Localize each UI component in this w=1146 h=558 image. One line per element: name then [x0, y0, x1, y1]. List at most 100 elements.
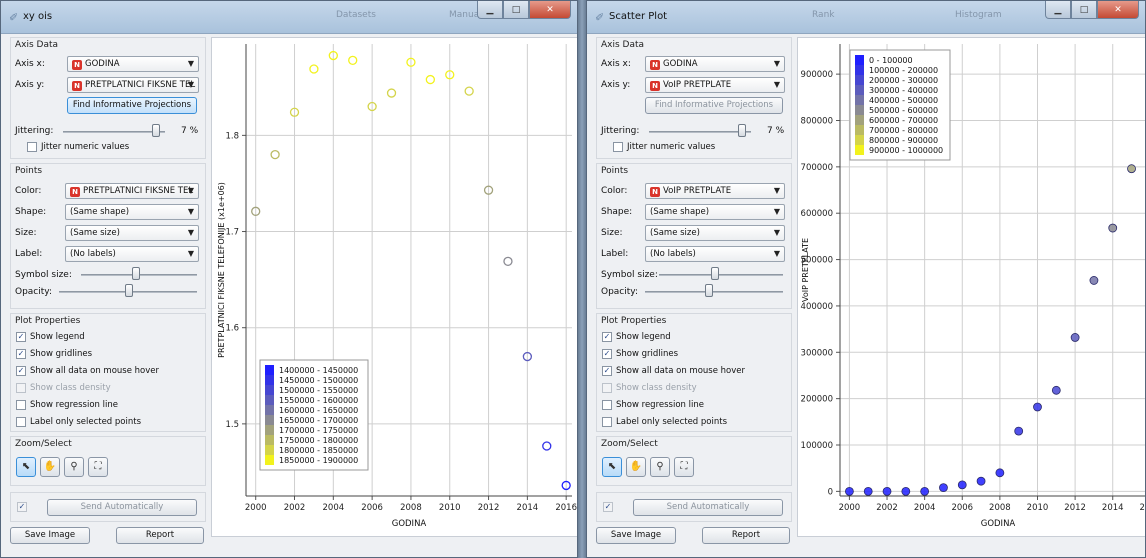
y-tick-label: 400000 [801, 302, 833, 312]
size-select[interactable]: (Same size) ▼ [65, 225, 199, 241]
show-gridlines-checkbox[interactable]: ✓ [16, 349, 26, 359]
window-scatter-plot: ✐ Scatter Plot Rank Histogram ▁ □ ✕ Axis… [586, 0, 1146, 558]
color-select[interactable]: N VoIP PRETPLATE ▼ [645, 183, 785, 199]
scatter-app-icon: ✐ [9, 11, 19, 24]
show-legend-checkbox[interactable]: ✓ [602, 332, 612, 342]
label-selected-checkbox[interactable] [602, 417, 612, 427]
jitter-numeric-checkbox[interactable] [27, 142, 37, 152]
show-all-data-checkbox[interactable]: ✓ [602, 366, 612, 376]
symbol-size-slider-handle[interactable] [711, 267, 719, 280]
label-select[interactable]: (No labels) ▼ [65, 246, 199, 262]
report-button[interactable]: Report [116, 527, 204, 544]
window-title: Scatter Plot [609, 11, 668, 22]
axis-y-select[interactable]: N PRETPLATNICI FIKSNE TEL ▼ [67, 77, 199, 93]
jittering-slider-handle[interactable] [738, 124, 746, 137]
label-value: (No labels) [70, 249, 116, 259]
size-label: Size: [601, 228, 623, 238]
jittering-slider[interactable] [63, 131, 165, 133]
legend-item: 500000 - 600000 [869, 106, 938, 115]
axis-y-value: VoIP PRETPLATE [663, 80, 732, 90]
scatter-plot-svg[interactable]: 2000 2002 2004 2006 2008 2010 2012 2014 2016 0 100… [798, 38, 1146, 538]
minimize-button[interactable]: ▁ [1045, 1, 1071, 19]
titlebar[interactable]: ✐ xy ois Datasets Manual Build ▁ □ ✕ [1, 1, 577, 34]
zoom-tool-button[interactable]: ⚲ [64, 457, 84, 477]
opacity-label: Opacity: [601, 287, 638, 297]
jitter-numeric-checkbox[interactable] [613, 142, 623, 152]
shape-value: (Same shape) [650, 207, 710, 217]
report-button[interactable]: Report [702, 527, 790, 544]
zoom-tool-button[interactable]: ⚲ [650, 457, 670, 477]
axis-data-box: Axis Data Axis x: N GODINA ▼ Axis y: N VoIP… [596, 37, 792, 159]
color-value: PRETPLATNICI FIKSNE TEL [83, 186, 194, 196]
label-selected-label: Label only selected points [616, 417, 728, 427]
numeric-variable-icon: N [650, 60, 660, 70]
minimize-button[interactable]: ▁ [477, 1, 503, 19]
legend-swatch [855, 55, 864, 65]
size-value: (Same size) [70, 228, 120, 238]
legend-swatch [265, 375, 274, 385]
maximize-button[interactable]: □ [1071, 1, 1097, 19]
legend-swatch [855, 115, 864, 125]
axis-x-select[interactable]: N GODINA ▼ [645, 56, 785, 72]
label-select[interactable]: (No labels) ▼ [645, 246, 785, 262]
save-image-button[interactable]: Save Image [596, 527, 676, 544]
scatter-plot-svg[interactable]: 2000 2002 2004 2006 2008 2010 2012 2014 2016 1.5 1… [212, 38, 578, 538]
send-automatically-button: Send Automatically [633, 499, 783, 516]
jittering-slider[interactable] [649, 131, 751, 133]
axis-x-label: Axis x: [601, 59, 631, 69]
jitter-numeric-label: Jitter numeric values [627, 142, 716, 152]
color-select[interactable]: N PRETPLATNICI FIKSNE TEL ▼ [65, 183, 199, 199]
save-image-button[interactable]: Save Image [10, 527, 90, 544]
chevron-down-icon: ▼ [187, 228, 194, 237]
legend-swatch [855, 145, 864, 155]
section-title: Axis Data [15, 40, 59, 50]
select-tool-button[interactable]: ⬉ [16, 457, 36, 477]
show-gridlines-checkbox[interactable]: ✓ [602, 349, 612, 359]
axis-x-select[interactable]: N GODINA ▼ [67, 56, 199, 72]
numeric-variable-icon: N [650, 187, 660, 197]
legend-item: 400000 - 500000 [869, 96, 938, 105]
jittering-value: 7 % [767, 126, 785, 136]
find-informative-projections-button[interactable]: Find Informative Projections [67, 97, 197, 114]
reset-zoom-button[interactable]: ⛶ [674, 457, 694, 477]
chevron-down-icon: ▼ [187, 186, 194, 195]
opacity-slider-handle[interactable] [125, 284, 133, 297]
close-button[interactable]: ✕ [529, 1, 571, 19]
reset-zoom-button[interactable]: ⛶ [88, 457, 108, 477]
plot-area[interactable]: 2000 2002 2004 2006 2008 2010 2012 2014 2016 1.5 1… [211, 37, 578, 538]
data-point [957, 480, 967, 490]
size-select[interactable]: (Same size) ▼ [645, 225, 785, 241]
data-point [270, 149, 280, 160]
regression-line-checkbox[interactable] [16, 400, 26, 410]
symbol-size-slider-handle[interactable] [132, 267, 140, 280]
show-all-data-checkbox[interactable]: ✓ [16, 366, 26, 376]
maximize-button[interactable]: □ [503, 1, 529, 19]
shape-select[interactable]: (Same shape) ▼ [645, 204, 785, 220]
plot-area[interactable]: 2000 2002 2004 2006 2008 2010 2012 2014 2016 0 100… [797, 37, 1146, 538]
close-button[interactable]: ✕ [1097, 1, 1139, 19]
symbol-size-label: Symbol size: [601, 270, 658, 280]
regression-line-checkbox[interactable] [602, 400, 612, 410]
shape-select[interactable]: (Same shape) ▼ [65, 204, 199, 220]
jittering-slider-handle[interactable] [152, 124, 160, 137]
opacity-slider[interactable] [645, 291, 783, 293]
symbol-size-slider[interactable] [659, 274, 783, 276]
pan-tool-button[interactable]: ✋ [40, 457, 60, 477]
fit-view-icon: ⛶ [94, 461, 102, 472]
label-label: Label: [601, 249, 629, 259]
send-automatically-checkbox: ✓ [603, 502, 613, 512]
x-tick-label: 2000 [839, 503, 861, 513]
titlebar[interactable]: ✐ Scatter Plot Rank Histogram ▁ □ ✕ [587, 1, 1145, 34]
y-tick-label: 100000 [801, 441, 833, 451]
axis-y-label: Axis y: [15, 80, 45, 90]
y-tick-label: 700000 [801, 163, 833, 173]
show-legend-checkbox[interactable]: ✓ [16, 332, 26, 342]
opacity-slider-handle[interactable] [705, 284, 713, 297]
label-selected-checkbox[interactable] [16, 417, 26, 427]
legend-swatch [265, 365, 274, 375]
select-tool-button[interactable]: ⬉ [602, 457, 622, 477]
pan-tool-button[interactable]: ✋ [626, 457, 646, 477]
legend-swatch [265, 405, 274, 415]
axis-y-select[interactable]: N VoIP PRETPLATE ▼ [645, 77, 785, 93]
axis-x-value: GODINA [663, 59, 698, 69]
